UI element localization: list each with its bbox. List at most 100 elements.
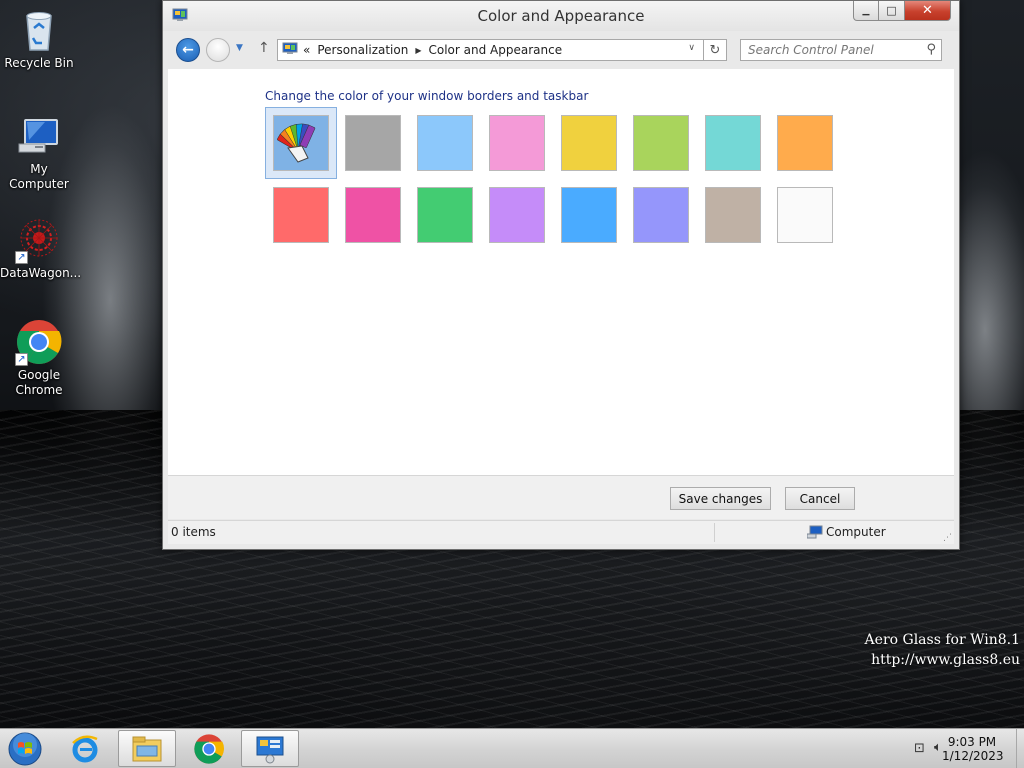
refresh-icon: ↻: [709, 42, 721, 58]
swatch-fill: [634, 188, 688, 242]
swatch-fill: [706, 188, 760, 242]
window-controls: ▁ □ ✕: [853, 1, 951, 21]
desktop-icon-my-computer[interactable]: My Computer: [0, 112, 78, 192]
address-location-icon: [282, 42, 298, 59]
desktop-icon-label: DataWagon...: [0, 266, 82, 280]
location-label: Computer: [826, 525, 886, 539]
taskbar-google-chrome[interactable]: [180, 730, 238, 767]
clock[interactable]: 9:03 PM 1/12/2023: [942, 735, 1004, 763]
watermark-line-2: http://www.glass8.eu: [871, 652, 1020, 668]
desktop-icon-google-chrome[interactable]: ↗ Google Chrome: [0, 318, 78, 398]
address-dropdown-icon[interactable]: ∨: [688, 43, 695, 53]
color-swatch-taupe[interactable]: [705, 187, 761, 243]
content-area: Change the color of your window borders …: [168, 69, 954, 475]
file-explorer-icon: [132, 736, 162, 761]
color-and-appearance-window: Color and Appearance ▁ □ ✕ ← ▼ ↑ « Perso…: [162, 0, 960, 550]
color-swatch-teal[interactable]: [705, 115, 761, 171]
cancel-button[interactable]: Cancel: [785, 487, 855, 510]
close-button[interactable]: ✕: [905, 1, 951, 21]
back-button[interactable]: ←: [176, 38, 200, 62]
desktop-icon-recycle-bin[interactable]: Recycle Bin: [0, 6, 78, 71]
swatch-fill: [346, 116, 400, 170]
title-bar[interactable]: Color and Appearance ▁ □ ✕: [163, 1, 959, 31]
chrome-icon: ↗: [15, 318, 63, 366]
datawagon-icon: ↗: [15, 216, 63, 264]
recent-locations-dropdown-icon[interactable]: ▼: [236, 43, 243, 53]
show-desktop-button[interactable]: [1016, 729, 1024, 768]
chrome-icon: [194, 733, 224, 764]
color-swatch-periwinkle[interactable]: [633, 187, 689, 243]
page-heading: Change the color of your window borders …: [265, 89, 589, 103]
shortcut-arrow-icon: ↗: [15, 353, 28, 366]
swatch-fill: [274, 188, 328, 242]
minimize-icon: ▁: [862, 5, 870, 16]
save-changes-button[interactable]: Save changes: [670, 487, 771, 510]
color-swatch-pink[interactable]: [489, 115, 545, 171]
taskbar-internet-explorer[interactable]: [56, 730, 114, 767]
color-swatch-red[interactable]: [273, 187, 329, 243]
swatch-fill: [706, 116, 760, 170]
volume-icon[interactable]: 🔈︎: [934, 740, 942, 755]
swatch-fill: [562, 116, 616, 170]
close-icon: ✕: [922, 3, 933, 18]
button-bar: Save changes Cancel: [168, 475, 954, 519]
clock-date: 1/12/2023: [942, 749, 1004, 763]
computer-icon: [15, 112, 63, 160]
swatch-fill: [778, 188, 832, 242]
color-swatch-lime[interactable]: [633, 115, 689, 171]
status-bar: 0 items Computer ⋰: [168, 520, 954, 544]
status-divider: [714, 523, 715, 542]
color-swatch-sky-blue[interactable]: [417, 115, 473, 171]
maximize-button[interactable]: □: [879, 1, 905, 21]
watermark-line-1: Aero Glass for Win8.1: [864, 632, 1020, 648]
swatch-fill: [418, 188, 472, 242]
swatch-fill: [346, 188, 400, 242]
aero-glass-watermark: Aero Glass for Win8.1 http://www.glass8.…: [865, 630, 1020, 670]
taskbar-file-explorer[interactable]: [118, 730, 176, 767]
maximize-icon: □: [886, 4, 897, 17]
taskbar: ⊡ 🔈︎ 9:03 PM 1/12/2023: [0, 728, 1024, 768]
address-bar[interactable]: « Personalization ▶ Color and Appearance…: [277, 39, 726, 61]
color-swatch-magenta[interactable]: [345, 187, 401, 243]
color-swatch-violet[interactable]: [489, 187, 545, 243]
color-swatch-green[interactable]: [417, 187, 473, 243]
internet-explorer-icon: [72, 735, 98, 762]
forward-button[interactable]: [206, 38, 230, 62]
breadcrumb-personalization[interactable]: Personalization: [317, 43, 408, 57]
taskbar-control-panel[interactable]: [241, 730, 299, 767]
recycle-bin-icon: [15, 6, 63, 54]
desktop-icon-datawagon[interactable]: ↗ DataWagon...: [0, 216, 82, 281]
breadcrumb-separator-icon[interactable]: ▶: [415, 46, 421, 55]
system-tray: ⊡ 🔈︎ 9:03 PM 1/12/2023: [894, 729, 1024, 768]
swatch-fill: [634, 116, 688, 170]
up-arrow-icon[interactable]: ↑: [258, 40, 270, 56]
network-icon[interactable]: ⊡: [914, 741, 925, 756]
desktop-icon-label: My Computer: [9, 162, 69, 191]
navigation-bar: ← ▼ ↑ « Personalization ▶ Color and Appe…: [163, 31, 959, 69]
swatch-fill: [418, 116, 472, 170]
refresh-button[interactable]: ↻: [703, 39, 727, 61]
color-swatch-grid: [265, 107, 873, 255]
color-swatch-automatic[interactable]: [273, 115, 329, 171]
color-palette-icon: [277, 123, 316, 163]
search-control-panel-input[interactable]: Search Control Panel ⚲: [740, 39, 942, 61]
breadcrumb-overflow[interactable]: «: [303, 43, 310, 57]
color-swatch-gray[interactable]: [345, 115, 401, 171]
control-panel-icon: [256, 736, 284, 763]
desktop-icon-label: Recycle Bin: [4, 56, 74, 70]
minimize-button[interactable]: ▁: [853, 1, 879, 21]
color-swatch-blue[interactable]: [561, 187, 617, 243]
shortcut-arrow-icon: ↗: [15, 251, 28, 264]
swatch-fill: [490, 188, 544, 242]
desktop-icon-label: Google Chrome: [15, 368, 63, 397]
start-button[interactable]: [6, 732, 44, 766]
search-icon[interactable]: ⚲: [926, 42, 936, 57]
resize-grip-icon[interactable]: ⋰: [943, 533, 952, 543]
color-swatch-yellow[interactable]: [561, 115, 617, 171]
computer-icon: [806, 525, 823, 542]
breadcrumb-color-and-appearance[interactable]: Color and Appearance: [428, 43, 562, 57]
color-swatch-white[interactable]: [777, 187, 833, 243]
color-swatch-orange[interactable]: [777, 115, 833, 171]
swatch-fill: [778, 116, 832, 170]
item-count: 0 items: [171, 525, 216, 539]
